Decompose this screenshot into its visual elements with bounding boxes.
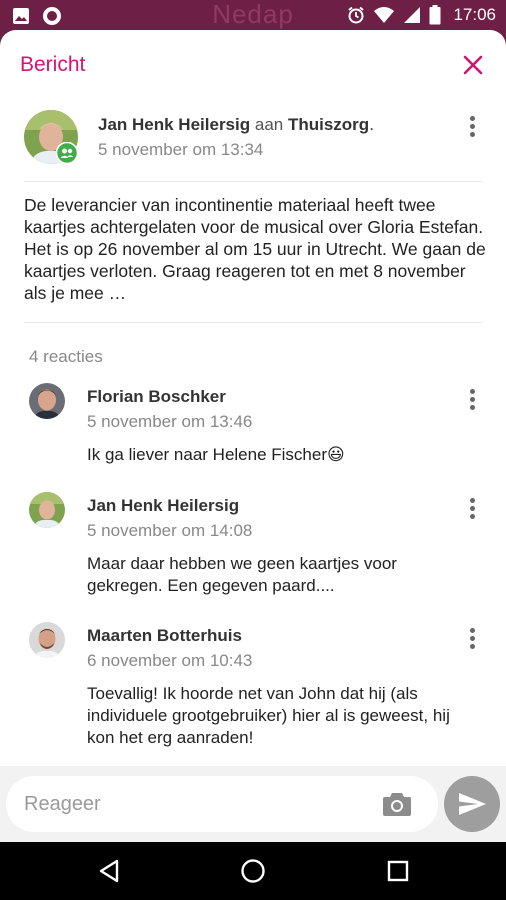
recents-icon [387,860,409,882]
comment-avatar[interactable] [29,622,65,658]
close-button[interactable] [458,50,488,80]
comment-author[interactable]: Florian Boschker [87,387,226,407]
post-recipient-period: . [369,115,374,134]
back-icon [99,859,119,883]
post-author-avatar[interactable] [24,110,78,164]
nav-recents-button[interactable] [384,857,412,885]
comment-avatar[interactable] [29,383,65,419]
post-body: De leverancier van incontinentie materia… [24,195,486,303]
comment-date: 5 november om 13:46 [87,412,253,431]
wifi-icon [374,7,395,23]
camera-button[interactable] [382,790,412,818]
status-bar: Nedap 17:06 [0,0,506,30]
post-to-word: aan [254,115,284,134]
reactions-count: 4 reacties [29,347,103,366]
comment-text: Maar daar hebben we geen kaartjes voor g… [87,554,397,595]
send-button[interactable] [444,776,500,832]
post-author-line: Jan Henk Heilersig aan Thuiszorg. [98,115,374,135]
comment-author[interactable]: Jan Henk Heilersig [87,496,239,516]
system-nav-bar [0,842,506,900]
comment-more-button[interactable] [462,626,482,652]
post-date: 5 november om 13:34 [98,140,264,159]
post-author-name[interactable]: Jan Henk Heilersig [98,115,250,134]
comment-composer [0,766,506,842]
comment-date: 6 november om 10:43 [87,651,253,670]
comment-date: 5 november om 14:08 [87,521,253,540]
battery-icon [429,5,441,25]
divider [24,322,482,323]
comment-more-button[interactable] [462,387,482,413]
page-title: Bericht [20,53,86,76]
nav-back-button[interactable] [95,857,123,885]
nav-home-button[interactable] [239,857,267,885]
reply-input[interactable] [24,790,364,818]
close-icon [463,55,483,75]
post-more-button[interactable] [462,114,482,140]
reply-input-container [6,776,438,832]
alarm-icon [348,6,365,24]
home-icon [241,859,265,883]
comment-avatar[interactable] [29,492,65,528]
comment-text: Toevallig! Ik hoorde net van John dat hi… [87,684,450,747]
comment-text: Ik ga liever naar Helene Fischer😃 [87,445,345,464]
message-sheet: Bericht Jan Henk Heilersig aan Thuiszorg… [0,30,506,842]
comment-more-button[interactable] [462,496,482,522]
comment-author[interactable]: Maarten Botterhuis [87,626,242,646]
send-icon [459,793,486,815]
status-time: 17:06 [453,5,496,24]
signal-icon [404,7,421,23]
camera-icon [383,793,411,816]
post-recipient[interactable]: Thuiszorg [288,115,369,134]
divider [24,181,482,182]
group-badge-icon [56,142,78,164]
